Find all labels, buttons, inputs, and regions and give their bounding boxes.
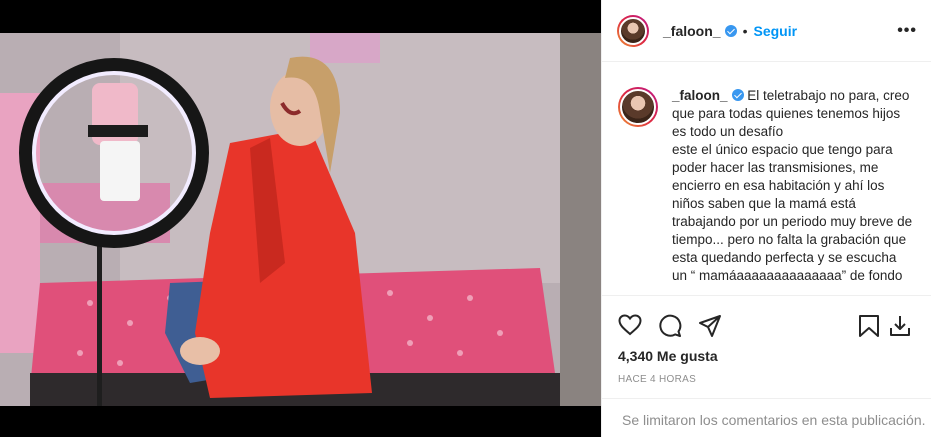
caption-username-link[interactable]: _faloon_ bbox=[672, 88, 728, 103]
action-bar bbox=[602, 295, 931, 355]
post-photo[interactable] bbox=[0, 33, 601, 406]
caption-avatar[interactable] bbox=[618, 87, 658, 127]
avatar-image bbox=[619, 16, 647, 45]
avatar[interactable] bbox=[617, 14, 649, 47]
comments-disabled-notice: Se limitaron los comentarios en esta pub… bbox=[602, 398, 931, 437]
caption-body: _faloon_ El teletrabajo no para, creo qu… bbox=[672, 87, 915, 295]
more-options-icon[interactable]: ••• bbox=[897, 22, 917, 40]
post-timestamp[interactable]: HACE 4 HORAS bbox=[618, 374, 696, 385]
send-icon[interactable] bbox=[698, 314, 722, 338]
likes-count[interactable]: 4,340 Me gusta bbox=[618, 348, 718, 364]
comment-icon[interactable] bbox=[658, 314, 682, 338]
verified-badge-icon bbox=[724, 24, 737, 37]
caption-avatar-image bbox=[620, 89, 656, 125]
caption-verified-badge-icon bbox=[731, 89, 744, 101]
post-header: _faloon_ • Seguir ••• bbox=[602, 0, 931, 62]
caption-text: El teletrabajo no para, creo que para to… bbox=[672, 88, 913, 283]
post-media[interactable] bbox=[0, 0, 601, 437]
separator-dot: • bbox=[742, 22, 748, 39]
post-panel: _faloon_ • Seguir ••• _faloon_ El teletr… bbox=[601, 0, 931, 437]
username-link[interactable]: _faloon_ bbox=[663, 23, 721, 39]
upload-icon[interactable] bbox=[888, 314, 912, 338]
photo-illustration bbox=[0, 33, 601, 406]
bookmark-icon[interactable] bbox=[858, 314, 880, 338]
follow-button[interactable]: Seguir bbox=[753, 23, 797, 39]
heart-icon[interactable] bbox=[618, 314, 642, 336]
caption-section: _faloon_ El teletrabajo no para, creo qu… bbox=[602, 63, 931, 295]
